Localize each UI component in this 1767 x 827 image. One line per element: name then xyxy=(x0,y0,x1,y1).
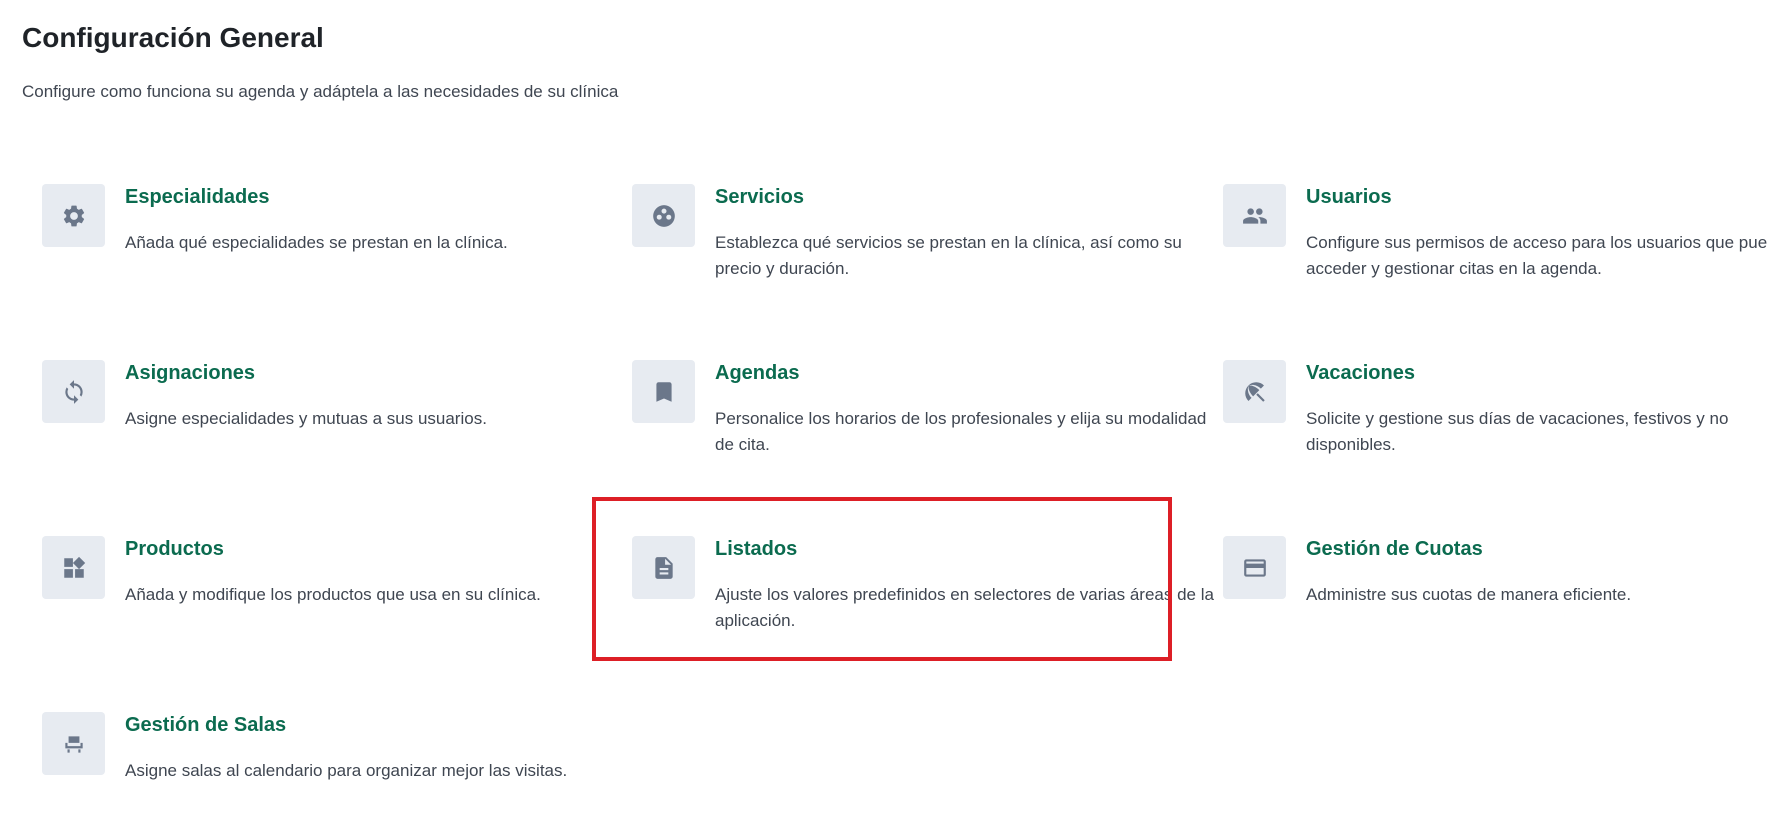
page-title: Configuración General xyxy=(22,22,324,53)
card-title[interactable]: Gestión de Cuotas xyxy=(1306,538,1483,561)
card-title[interactable]: Agendas xyxy=(715,362,799,385)
card-title[interactable]: Servicios xyxy=(715,186,804,209)
card-title[interactable]: Vacaciones xyxy=(1306,362,1415,385)
settings-card-vacaciones[interactable]: Vacaciones Solicite y gestione sus días … xyxy=(1223,360,1767,480)
card-title[interactable]: Asignaciones xyxy=(125,362,255,385)
credit-card-icon xyxy=(1223,536,1286,599)
gear-icon xyxy=(42,184,105,247)
document-icon xyxy=(632,536,695,599)
widgets-icon xyxy=(42,536,105,599)
card-description: Administre sus cuotas de manera eficient… xyxy=(1306,585,1632,604)
service-icon xyxy=(632,184,695,247)
beach-access-icon xyxy=(1223,360,1286,423)
settings-card-productos[interactable]: Productos Añada y modifique los producto… xyxy=(42,536,622,656)
card-title[interactable]: Gestión de Salas xyxy=(125,714,286,737)
settings-page: Configuración General Configure como fun… xyxy=(0,0,1767,827)
card-description: Solicite y gestione sus días de vacacion… xyxy=(1306,409,1729,454)
card-title[interactable]: Listados xyxy=(715,538,797,561)
users-icon xyxy=(1223,184,1286,247)
card-description: Establezca qué servicios se prestan en l… xyxy=(715,233,1182,278)
card-description: Asigne especialidades y mutuas a sus usu… xyxy=(125,409,487,428)
card-description: Ajuste los valores predefinidos en selec… xyxy=(715,585,1214,630)
settings-card-usuarios[interactable]: Usuarios Configure sus permisos de acces… xyxy=(1223,184,1767,304)
card-title[interactable]: Usuarios xyxy=(1306,186,1392,209)
card-title[interactable]: Especialidades xyxy=(125,186,270,209)
card-title[interactable]: Productos xyxy=(125,538,224,561)
card-description: Añada qué especialidades se prestan en l… xyxy=(125,233,508,252)
settings-card-gestion-salas[interactable]: Gestión de Salas Asigne salas al calenda… xyxy=(42,712,622,827)
bookmark-icon xyxy=(632,360,695,423)
chair-icon xyxy=(42,712,105,775)
settings-card-agendas[interactable]: Agendas Personalice los horarios de los … xyxy=(632,360,1212,480)
card-description: Personalice los horarios de los profesio… xyxy=(715,409,1207,454)
card-description: Añada y modifique los productos que usa … xyxy=(125,585,541,604)
page-subtitle: Configure como funciona su agenda y adáp… xyxy=(22,82,619,101)
card-description: Configure sus permisos de acceso para lo… xyxy=(1306,233,1767,278)
card-description: Asigne salas al calendario para organiza… xyxy=(125,761,568,780)
settings-card-asignaciones[interactable]: Asignaciones Asigne especialidades y mut… xyxy=(42,360,622,480)
settings-card-gestion-cuotas[interactable]: Gestión de Cuotas Administre sus cuotas … xyxy=(1223,536,1767,656)
settings-card-listados[interactable]: Listados Ajuste los valores predefinidos… xyxy=(632,536,1214,656)
settings-card-especialidades[interactable]: Especialidades Añada qué especialidades … xyxy=(42,184,622,304)
settings-card-servicios[interactable]: Servicios Establezca qué servicios se pr… xyxy=(632,184,1212,304)
sync-icon xyxy=(42,360,105,423)
